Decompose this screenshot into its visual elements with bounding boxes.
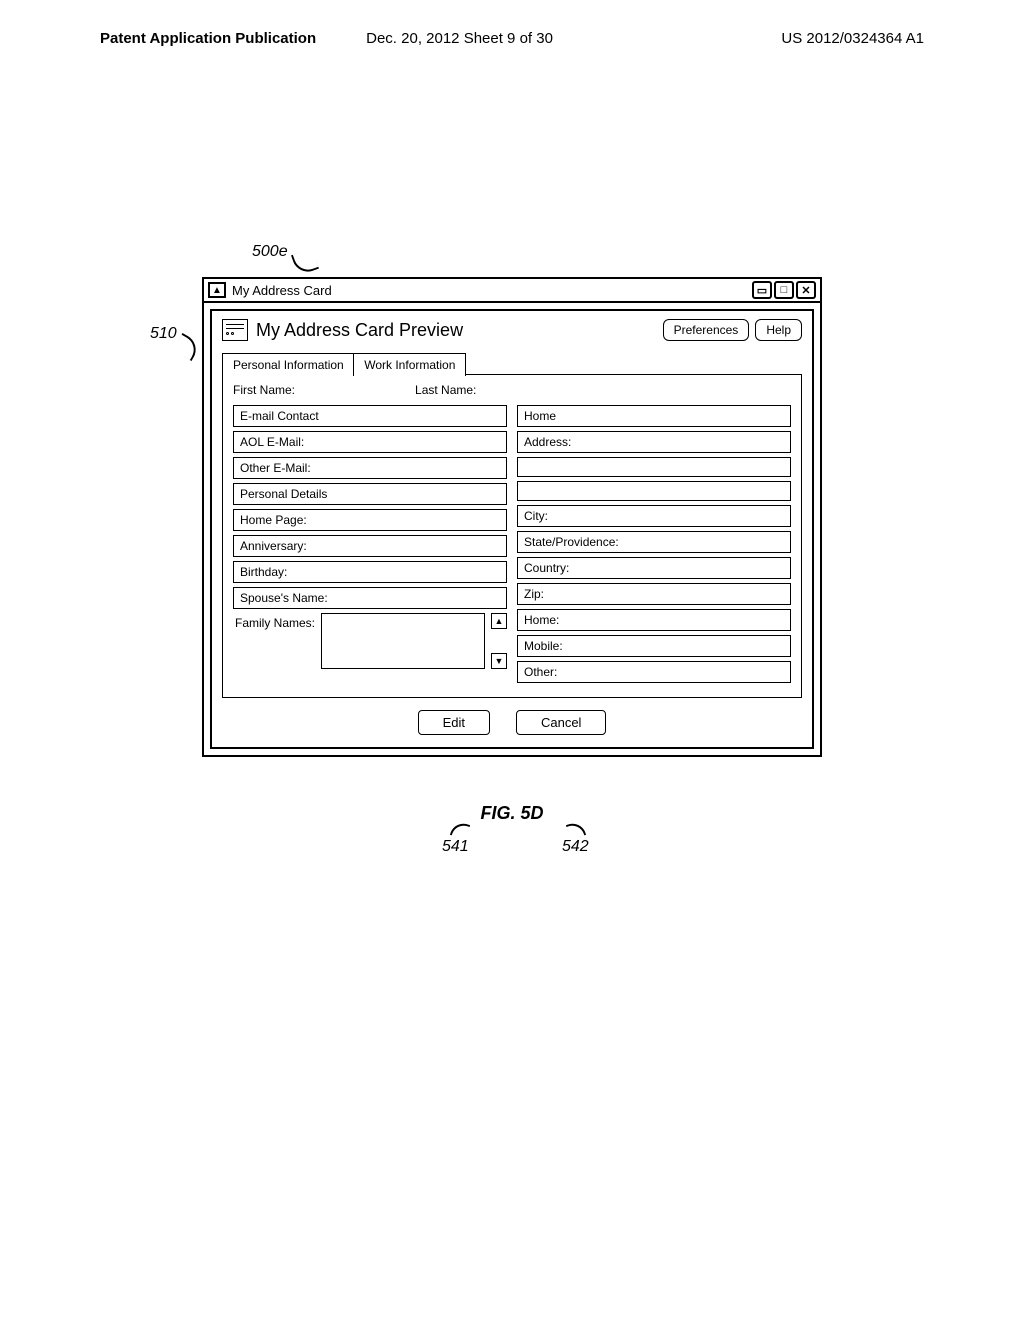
field-city[interactable]: City: — [517, 505, 791, 527]
header-home: Home — [517, 405, 791, 427]
preferences-button[interactable]: Preferences — [663, 319, 750, 341]
pub-header-right: US 2012/0324364 A1 — [781, 30, 924, 47]
field-state[interactable]: State/Providence: — [517, 531, 791, 553]
field-other-phone[interactable]: Other: — [517, 661, 791, 683]
ref-542: 542 — [562, 838, 589, 856]
label-last-name: Last Name: — [415, 383, 476, 397]
field-mobile-phone[interactable]: Mobile: — [517, 635, 791, 657]
ref-541: 541 — [442, 838, 469, 856]
field-zip[interactable]: Zip: — [517, 583, 791, 605]
field-home-page[interactable]: Home Page: — [233, 509, 507, 531]
titlebar: ▲ My Address Card ▭ □ ✕ — [204, 279, 820, 303]
window-title: My Address Card — [232, 283, 332, 298]
field-anniversary[interactable]: Anniversary: — [233, 535, 507, 557]
maximize-button[interactable]: □ — [774, 281, 794, 299]
figure-caption: FIG. 5D — [202, 803, 822, 824]
field-aol-email[interactable]: AOL E-Mail: — [233, 431, 507, 453]
label-first-name: First Name: — [233, 383, 295, 397]
scroll-down-icon[interactable]: ▼ — [491, 653, 507, 669]
cancel-button[interactable]: Cancel — [516, 710, 606, 735]
field-family-names[interactable] — [321, 613, 485, 669]
address-card-icon — [222, 319, 248, 341]
tab-personal-information[interactable]: Personal Information — [222, 353, 355, 376]
window-my-address-card: ▲ My Address Card ▭ □ ✕ My Address Card … — [202, 277, 822, 757]
ref-510: 510 — [150, 325, 177, 343]
field-spouse-name[interactable]: Spouse's Name: — [233, 587, 507, 609]
ref-500e: 500e — [252, 243, 288, 261]
field-address-line3[interactable] — [517, 481, 791, 501]
field-address-line2[interactable] — [517, 457, 791, 477]
field-birthday[interactable]: Birthday: — [233, 561, 507, 583]
tab-work-information[interactable]: Work Information — [353, 353, 466, 376]
field-other-email[interactable]: Other E-Mail: — [233, 457, 507, 479]
header-email-contact: E-mail Contact — [233, 405, 507, 427]
field-country[interactable]: Country: — [517, 557, 791, 579]
minimize-button[interactable]: ▭ — [752, 281, 772, 299]
close-button[interactable]: ✕ — [796, 281, 816, 299]
scroll-up-icon[interactable]: ▲ — [491, 613, 507, 629]
pub-header-mid: Dec. 20, 2012 Sheet 9 of 30 — [366, 30, 553, 47]
tab-panel-personal: First Name: Last Name: E-mail Contact AO… — [222, 374, 802, 698]
field-address[interactable]: Address: — [517, 431, 791, 453]
label-family-names: Family Names: — [233, 613, 315, 669]
help-button[interactable]: Help — [755, 319, 802, 341]
field-home-phone[interactable]: Home: — [517, 609, 791, 631]
header-personal-details: Personal Details — [233, 483, 507, 505]
pub-header-left: Patent Application Publication — [100, 30, 316, 47]
edit-button[interactable]: Edit — [418, 710, 490, 735]
app-icon: ▲ — [208, 282, 226, 298]
panel-title: My Address Card Preview — [256, 320, 463, 341]
